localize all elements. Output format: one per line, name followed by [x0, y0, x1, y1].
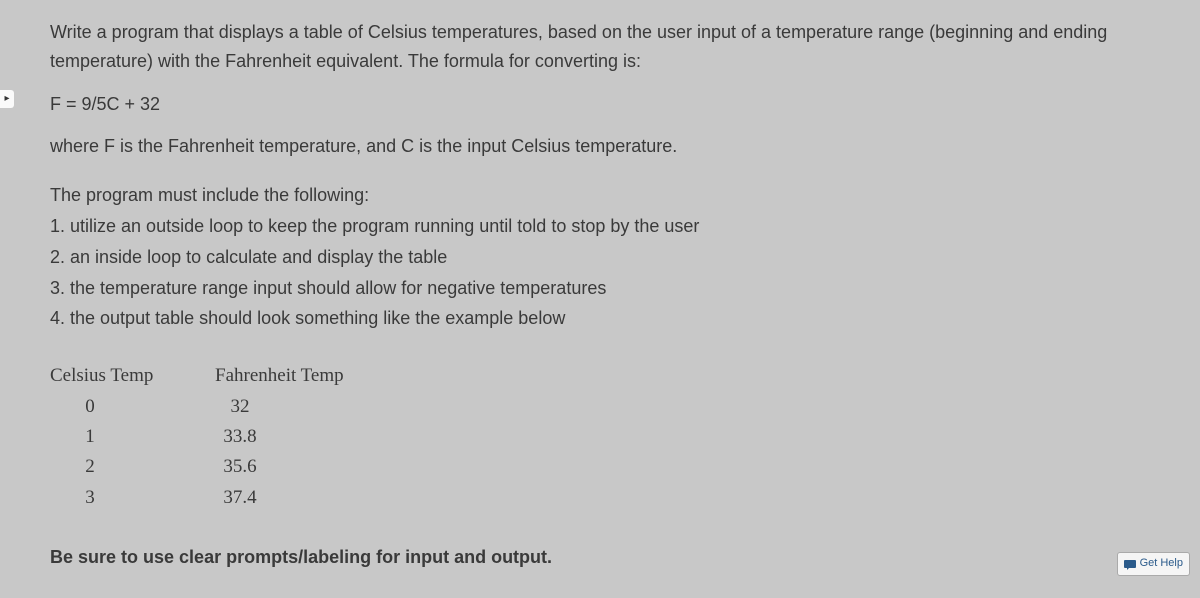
cell-fahrenheit: 32 — [130, 392, 310, 422]
header-celsius: Celsius Temp — [50, 361, 215, 391]
footer-note: Be sure to use clear prompts/labeling fo… — [50, 543, 1150, 572]
formula-text: F = 9/5C + 32 — [50, 90, 1150, 119]
cell-celsius: 0 — [50, 392, 130, 422]
chevron-right-icon: ▸ — [4, 91, 9, 107]
cell-fahrenheit: 37.4 — [130, 483, 310, 513]
table-row: 0 32 — [50, 392, 1150, 422]
cell-fahrenheit: 35.6 — [130, 452, 310, 482]
where-text: where F is the Fahrenheit temperature, a… — [50, 132, 1150, 161]
table-row: 2 35.6 — [50, 452, 1150, 482]
requirement-item: 3. the temperature range input should al… — [50, 274, 1150, 303]
get-help-label: Get Help — [1140, 555, 1183, 573]
cell-celsius: 3 — [50, 483, 130, 513]
chat-icon — [1124, 559, 1136, 569]
expand-handle[interactable]: ▸ — [0, 90, 14, 108]
table-header-row: Celsius Temp Fahrenheit Temp — [50, 361, 1150, 391]
get-help-button[interactable]: Get Help — [1117, 552, 1190, 576]
cell-celsius: 1 — [50, 422, 130, 452]
requirements-list: 1. utilize an outside loop to keep the p… — [50, 212, 1150, 333]
requirement-item: 1. utilize an outside loop to keep the p… — [50, 212, 1150, 241]
intro-paragraph: Write a program that displays a table of… — [50, 18, 1150, 76]
requirement-item: 2. an inside loop to calculate and displ… — [50, 243, 1150, 272]
requirement-item: 4. the output table should look somethin… — [50, 304, 1150, 333]
header-fahrenheit: Fahrenheit Temp — [215, 361, 344, 391]
cell-celsius: 2 — [50, 452, 130, 482]
problem-content: Write a program that displays a table of… — [0, 0, 1200, 592]
table-row: 1 33.8 — [50, 422, 1150, 452]
cell-fahrenheit: 33.8 — [130, 422, 310, 452]
example-table: Celsius Temp Fahrenheit Temp 0 32 1 33.8… — [50, 361, 1150, 513]
requirements-heading: The program must include the following: — [50, 181, 1150, 210]
table-row: 3 37.4 — [50, 483, 1150, 513]
